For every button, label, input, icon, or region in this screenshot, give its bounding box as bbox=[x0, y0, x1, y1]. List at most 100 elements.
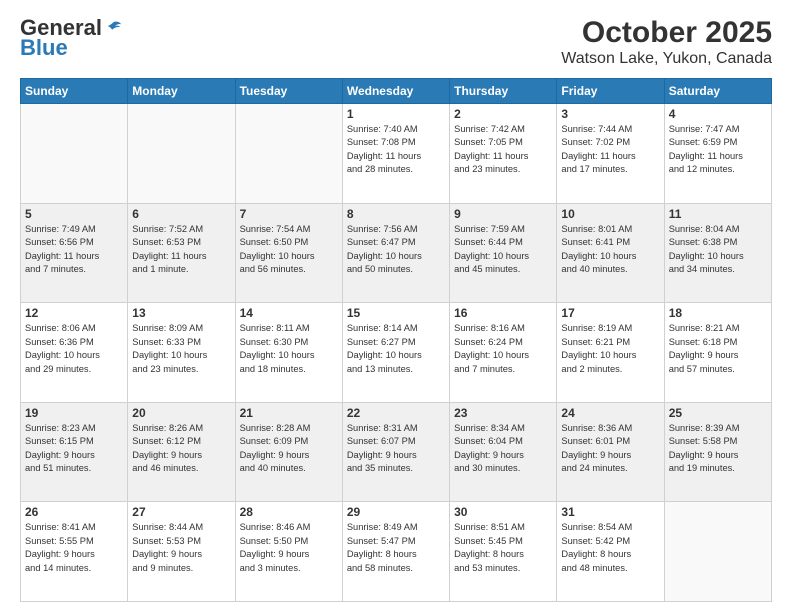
day-info: Sunrise: 8:19 AMSunset: 6:21 PMDaylight:… bbox=[561, 322, 659, 376]
calendar-cell: 17 Sunrise: 8:19 AMSunset: 6:21 PMDayligh… bbox=[557, 303, 664, 403]
day-number: 8 bbox=[347, 207, 445, 221]
calendar-cell: 29Sunrise: 8:49 AMSunset: 5:47 PMDayligh… bbox=[342, 502, 449, 602]
day-info: Sunrise: 8:36 AMSunset: 6:01 PMDaylight:… bbox=[561, 422, 659, 476]
day-number: 15 bbox=[347, 306, 445, 320]
day-info: Sunrise: 8:41 AMSunset: 5:55 PMDaylight:… bbox=[25, 521, 123, 575]
col-header-wednesday: Wednesday bbox=[342, 79, 449, 104]
day-info: Sunrise: 8:14 AMSunset: 6:27 PMDaylight:… bbox=[347, 322, 445, 376]
day-number: 24 bbox=[561, 406, 659, 420]
day-number: 31 bbox=[561, 505, 659, 519]
calendar-cell: 27Sunrise: 8:44 AMSunset: 5:53 PMDayligh… bbox=[128, 502, 235, 602]
calendar-table: SundayMondayTuesdayWednesdayThursdayFrid… bbox=[20, 78, 772, 602]
header-row: SundayMondayTuesdayWednesdayThursdayFrid… bbox=[21, 79, 772, 104]
calendar-cell bbox=[21, 104, 128, 204]
calendar-cell: 15 Sunrise: 8:14 AMSunset: 6:27 PMDayligh… bbox=[342, 303, 449, 403]
day-number: 12 bbox=[25, 306, 123, 320]
day-info: Sunrise: 8:06 AMSunset: 6:36 PMDaylight:… bbox=[25, 322, 123, 376]
day-number: 1 bbox=[347, 107, 445, 121]
day-number: 11 bbox=[669, 207, 767, 221]
calendar-cell: 25Sunrise: 8:39 AMSunset: 5:58 PMDayligh… bbox=[664, 402, 771, 502]
day-number: 6 bbox=[132, 207, 230, 221]
col-header-thursday: Thursday bbox=[450, 79, 557, 104]
calendar-cell: 2 Sunrise: 7:42 AMSunset: 7:05 PMDaylight… bbox=[450, 104, 557, 204]
calendar-week-3: 12 Sunrise: 8:06 AMSunset: 6:36 PMDayligh… bbox=[21, 303, 772, 403]
day-number: 29 bbox=[347, 505, 445, 519]
calendar-cell: 3 Sunrise: 7:44 AMSunset: 7:02 PMDaylight… bbox=[557, 104, 664, 204]
calendar-cell bbox=[128, 104, 235, 204]
day-info: Sunrise: 8:39 AMSunset: 5:58 PMDaylight:… bbox=[669, 422, 767, 476]
day-info: Sunrise: 8:54 AMSunset: 5:42 PMDaylight:… bbox=[561, 521, 659, 575]
day-number: 23 bbox=[454, 406, 552, 420]
col-header-sunday: Sunday bbox=[21, 79, 128, 104]
calendar-cell: 7Sunrise: 7:54 AMSunset: 6:50 PMDaylight… bbox=[235, 203, 342, 303]
day-info: Sunrise: 7:44 AMSunset: 7:02 PMDaylight:… bbox=[561, 123, 659, 177]
day-info: Sunrise: 7:47 AMSunset: 6:59 PMDaylight:… bbox=[669, 123, 767, 177]
calendar-cell: 10 Sunrise: 8:01 AMSunset: 6:41 PMDayligh… bbox=[557, 203, 664, 303]
calendar-cell: 20 Sunrise: 8:26 AMSunset: 6:12 PMDayligh… bbox=[128, 402, 235, 502]
calendar-cell: 22 Sunrise: 8:31 AMSunset: 6:07 PMDayligh… bbox=[342, 402, 449, 502]
day-number: 22 bbox=[347, 406, 445, 420]
day-info: Sunrise: 7:56 AMSunset: 6:47 PMDaylight:… bbox=[347, 223, 445, 277]
calendar-title: October 2025 bbox=[561, 16, 772, 50]
day-number: 20 bbox=[132, 406, 230, 420]
col-header-saturday: Saturday bbox=[664, 79, 771, 104]
calendar-cell: 26 Sunrise: 8:41 AMSunset: 5:55 PMDayligh… bbox=[21, 502, 128, 602]
day-number: 13 bbox=[132, 306, 230, 320]
calendar-cell: 9 Sunrise: 7:59 AMSunset: 6:44 PMDaylight… bbox=[450, 203, 557, 303]
calendar-cell bbox=[664, 502, 771, 602]
day-info: Sunrise: 8:09 AMSunset: 6:33 PMDaylight:… bbox=[132, 322, 230, 376]
day-info: Sunrise: 7:40 AMSunset: 7:08 PMDaylight:… bbox=[347, 123, 445, 177]
day-number: 4 bbox=[669, 107, 767, 121]
day-number: 2 bbox=[454, 107, 552, 121]
calendar-cell: 13 Sunrise: 8:09 AMSunset: 6:33 PMDayligh… bbox=[128, 303, 235, 403]
calendar-cell: 31 Sunrise: 8:54 AMSunset: 5:42 PMDayligh… bbox=[557, 502, 664, 602]
day-number: 28 bbox=[240, 505, 338, 519]
logo-blue: Blue bbox=[20, 36, 68, 60]
day-info: Sunrise: 8:04 AMSunset: 6:38 PMDaylight:… bbox=[669, 223, 767, 277]
day-info: Sunrise: 8:01 AMSunset: 6:41 PMDaylight:… bbox=[561, 223, 659, 277]
calendar-cell: 18Sunrise: 8:21 AMSunset: 6:18 PMDayligh… bbox=[664, 303, 771, 403]
calendar-week-2: 5Sunrise: 7:49 AMSunset: 6:56 PMDaylight… bbox=[21, 203, 772, 303]
calendar-cell: 12 Sunrise: 8:06 AMSunset: 6:36 PMDayligh… bbox=[21, 303, 128, 403]
day-info: Sunrise: 8:16 AMSunset: 6:24 PMDaylight:… bbox=[454, 322, 552, 376]
day-info: Sunrise: 7:54 AMSunset: 6:50 PMDaylight:… bbox=[240, 223, 338, 277]
calendar-cell: 1 Sunrise: 7:40 AMSunset: 7:08 PMDaylight… bbox=[342, 104, 449, 204]
day-info: Sunrise: 8:31 AMSunset: 6:07 PMDaylight:… bbox=[347, 422, 445, 476]
calendar-cell: 4 Sunrise: 7:47 AMSunset: 6:59 PMDaylight… bbox=[664, 104, 771, 204]
calendar-cell: 23 Sunrise: 8:34 AMSunset: 6:04 PMDayligh… bbox=[450, 402, 557, 502]
page: General Blue October 2025 Watson Lake, Y… bbox=[0, 0, 792, 612]
calendar-cell: 16Sunrise: 8:16 AMSunset: 6:24 PMDayligh… bbox=[450, 303, 557, 403]
day-number: 9 bbox=[454, 207, 552, 221]
day-info: Sunrise: 8:26 AMSunset: 6:12 PMDaylight:… bbox=[132, 422, 230, 476]
calendar-week-1: 1 Sunrise: 7:40 AMSunset: 7:08 PMDaylight… bbox=[21, 104, 772, 204]
day-info: Sunrise: 7:42 AMSunset: 7:05 PMDaylight:… bbox=[454, 123, 552, 177]
calendar-cell bbox=[235, 104, 342, 204]
day-number: 21 bbox=[240, 406, 338, 420]
day-number: 10 bbox=[561, 207, 659, 221]
day-number: 26 bbox=[25, 505, 123, 519]
calendar-cell: 28Sunrise: 8:46 AMSunset: 5:50 PMDayligh… bbox=[235, 502, 342, 602]
day-info: Sunrise: 8:34 AMSunset: 6:04 PMDaylight:… bbox=[454, 422, 552, 476]
calendar-subtitle: Watson Lake, Yukon, Canada bbox=[561, 50, 772, 68]
day-info: Sunrise: 8:28 AMSunset: 6:09 PMDaylight:… bbox=[240, 422, 338, 476]
calendar-cell: 11 Sunrise: 8:04 AMSunset: 6:38 PMDayligh… bbox=[664, 203, 771, 303]
day-number: 3 bbox=[561, 107, 659, 121]
day-number: 17 bbox=[561, 306, 659, 320]
calendar-cell: 6 Sunrise: 7:52 AMSunset: 6:53 PMDaylight… bbox=[128, 203, 235, 303]
title-block: October 2025 Watson Lake, Yukon, Canada bbox=[561, 16, 772, 68]
calendar-cell: 14 Sunrise: 8:11 AMSunset: 6:30 PMDayligh… bbox=[235, 303, 342, 403]
day-info: Sunrise: 7:49 AMSunset: 6:56 PMDaylight:… bbox=[25, 223, 123, 277]
header: General Blue October 2025 Watson Lake, Y… bbox=[20, 16, 772, 68]
calendar-cell: 5Sunrise: 7:49 AMSunset: 6:56 PMDaylight… bbox=[21, 203, 128, 303]
day-number: 18 bbox=[669, 306, 767, 320]
day-number: 27 bbox=[132, 505, 230, 519]
day-number: 30 bbox=[454, 505, 552, 519]
col-header-friday: Friday bbox=[557, 79, 664, 104]
day-info: Sunrise: 8:11 AMSunset: 6:30 PMDaylight:… bbox=[240, 322, 338, 376]
calendar-cell: 24 Sunrise: 8:36 AMSunset: 6:01 PMDayligh… bbox=[557, 402, 664, 502]
day-info: Sunrise: 7:59 AMSunset: 6:44 PMDaylight:… bbox=[454, 223, 552, 277]
calendar-week-4: 19Sunrise: 8:23 AMSunset: 6:15 PMDayligh… bbox=[21, 402, 772, 502]
day-info: Sunrise: 8:23 AMSunset: 6:15 PMDaylight:… bbox=[25, 422, 123, 476]
day-number: 14 bbox=[240, 306, 338, 320]
day-info: Sunrise: 7:52 AMSunset: 6:53 PMDaylight:… bbox=[132, 223, 230, 277]
